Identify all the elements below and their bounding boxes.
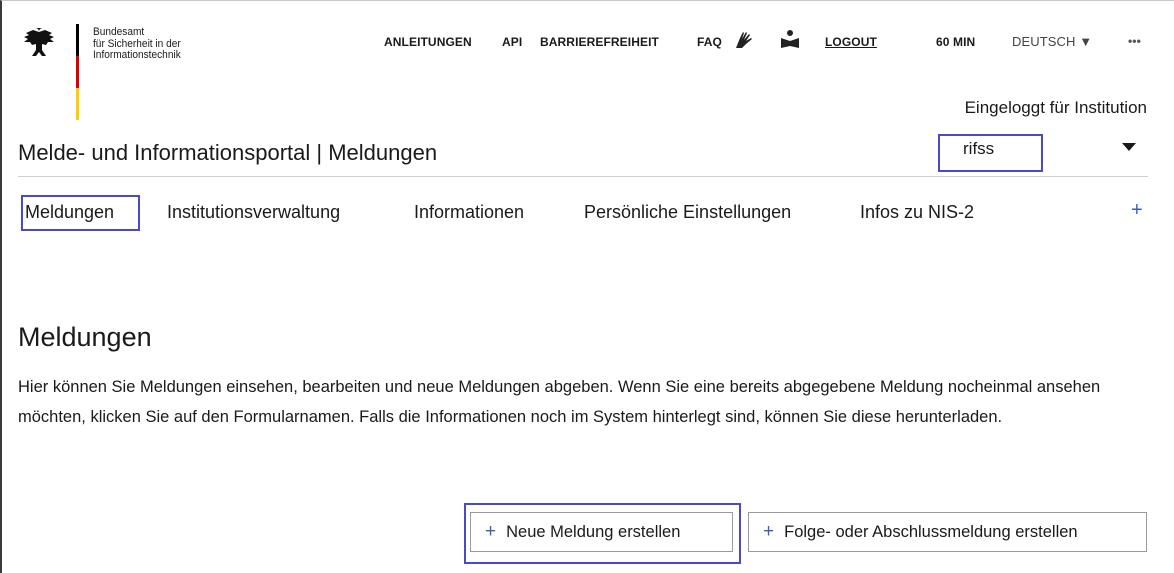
followup-report-label: Folge- oder Abschlussmeldung erstellen — [784, 522, 1078, 541]
org-name[interactable]: Bundesamt für Sicherheit in der Informat… — [93, 26, 181, 62]
org-line-1: Bundesamt — [93, 26, 145, 38]
org-line-3: Informationstechnik — [93, 49, 181, 61]
page-frame — [0, 0, 1174, 573]
tab-informationen[interactable]: Informationen — [414, 202, 524, 223]
session-timer: 60 MIN — [936, 35, 976, 49]
federal-eagle-icon — [22, 26, 64, 60]
followup-report-button[interactable]: + Folge- oder Abschlussmeldung erstellen — [748, 512, 1147, 552]
nav-logout[interactable]: LOGOUT — [825, 35, 877, 49]
logged-in-label: Eingeloggt für Institution — [964, 98, 1147, 117]
more-menu-icon[interactable]: ••• — [1128, 34, 1141, 48]
plus-icon: + — [763, 521, 775, 542]
tab-infos-nis2[interactable]: Infos zu NIS-2 — [860, 202, 974, 223]
tab-meldungen[interactable]: Meldungen — [25, 202, 114, 223]
header-divider — [18, 176, 1148, 177]
sign-language-icon[interactable] — [733, 30, 755, 55]
german-flag-bar — [76, 24, 79, 120]
tab-institutionsverwaltung[interactable]: Institutionsverwaltung — [167, 202, 340, 223]
institution-value: rifss — [963, 139, 995, 158]
nav-faq[interactable]: FAQ — [697, 35, 722, 49]
nav-api[interactable]: API — [502, 35, 522, 49]
language-selector[interactable]: DEUTSCH ▼ — [1012, 34, 1092, 49]
page-description: Hier können Sie Meldungen einsehen, bear… — [18, 378, 1101, 426]
nav-barrierefreiheit[interactable]: BARRIEREFREIHEIT — [540, 35, 659, 49]
tab-persoenliche-einstellungen[interactable]: Persönliche Einstellungen — [584, 202, 791, 223]
page-heading: Meldungen — [18, 322, 152, 352]
portal-title: Melde- und Informationsportal | Meldunge… — [18, 140, 438, 165]
institution-select[interactable]: rifss — [938, 134, 1043, 172]
new-report-button[interactable]: + Neue Meldung erstellen — [470, 512, 733, 552]
nav-expand-button[interactable]: + — [1131, 199, 1143, 222]
easy-language-icon[interactable] — [780, 29, 800, 54]
nav-anleitungen[interactable]: ANLEITUNGEN — [384, 35, 472, 49]
plus-icon: + — [485, 521, 497, 542]
caret-down-icon[interactable] — [1122, 143, 1136, 151]
new-report-label: Neue Meldung erstellen — [506, 522, 681, 541]
